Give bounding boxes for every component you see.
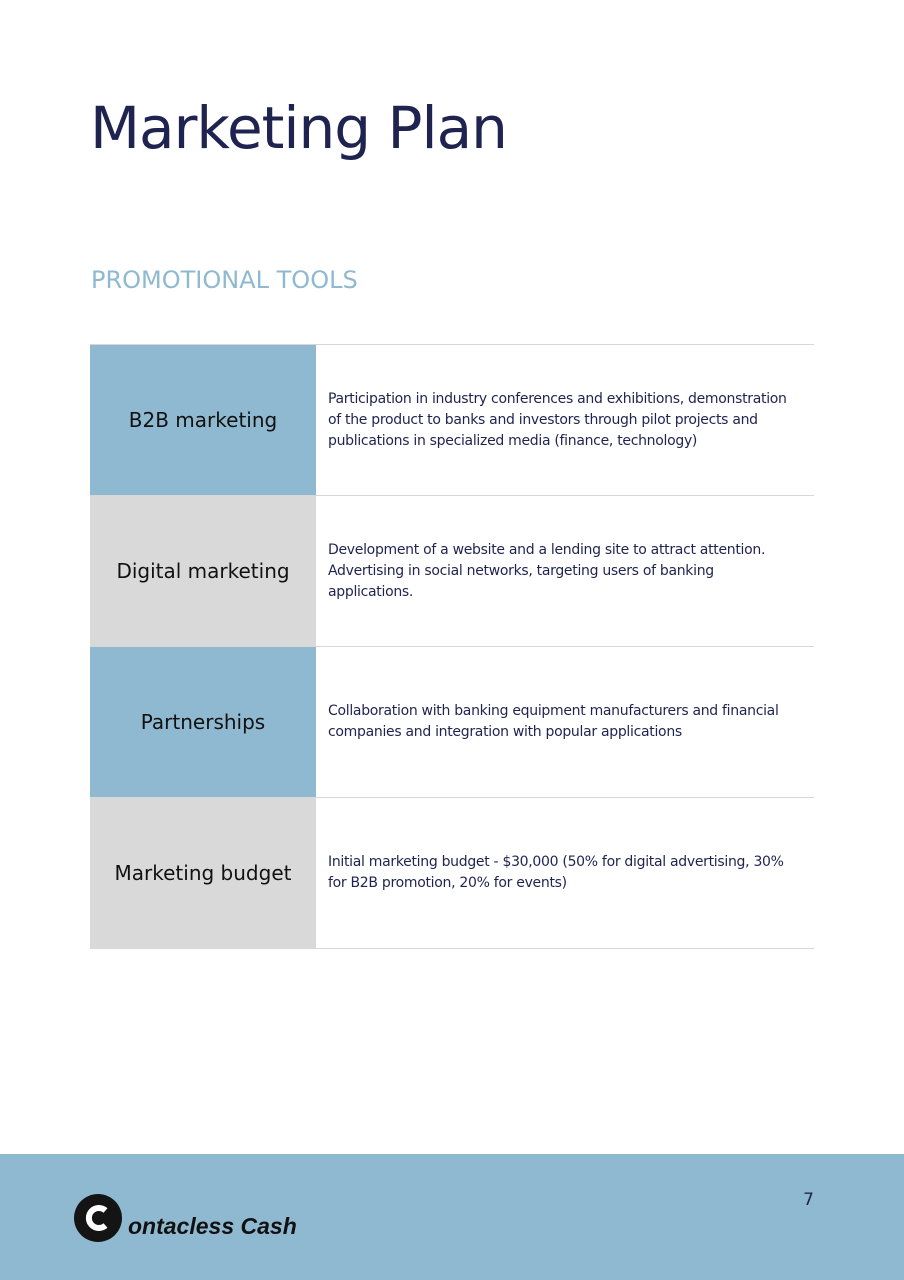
brand-name: ontacless Cash (128, 1212, 297, 1239)
table-row: Partnerships Collaboration with banking … (90, 646, 814, 797)
tool-name-cell: Partnerships (90, 647, 316, 797)
c-logo-icon (74, 1194, 122, 1242)
tool-description-cell: Collaboration with banking equipment man… (328, 703, 779, 740)
tool-name-cell: Digital marketing (90, 496, 316, 646)
brand-logo: ontacless Cash (74, 1194, 297, 1242)
c-letter-glyph-icon (85, 1205, 108, 1231)
footer-bar: ontacless Cash 7 (0, 1154, 904, 1280)
page-title: Marketing Plan (90, 94, 508, 162)
table-row: Digital marketing Development of a websi… (90, 495, 814, 646)
section-title: PROMOTIONAL TOOLS (91, 266, 358, 294)
table-row: B2B marketing Participation in industry … (90, 344, 814, 495)
tool-name-cell: Marketing budget (90, 798, 316, 948)
tool-description-cell: Development of a website and a lending s… (328, 541, 766, 600)
tool-description-cell: Participation in industry conferences an… (328, 390, 787, 449)
tool-description-cell: Initial marketing budget - $30,000 (50% … (328, 854, 784, 891)
tool-name-cell: B2B marketing (90, 345, 316, 495)
page-number: 7 (803, 1190, 814, 1210)
promotional-tools-table: B2B marketing Participation in industry … (90, 344, 814, 949)
table-row: Marketing budget Initial marketing budge… (90, 797, 814, 949)
